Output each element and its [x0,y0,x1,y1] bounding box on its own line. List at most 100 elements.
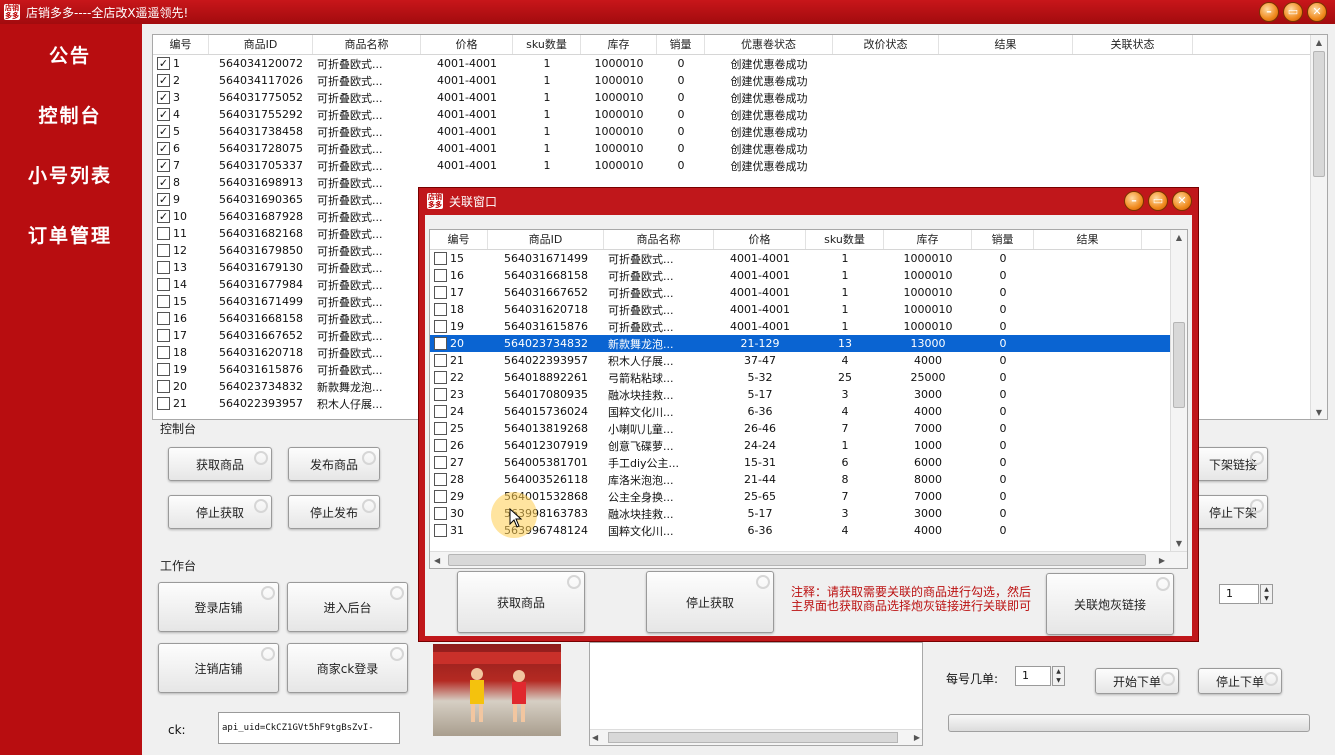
link-column-header[interactable]: 价格 [714,230,806,249]
checkbox-icon[interactable] [434,252,447,266]
link-table-row-selected[interactable]: 20 564023734832 新款舞龙泡... 21-129 13 13000 0 [430,335,1187,352]
table-row[interactable]: ✓ 7 564031705337 可折叠欧式... 4001-4001 1 1000010 0… [153,157,1327,174]
dialog-get-products-button[interactable]: 获取商品 [457,571,585,633]
per-account-spin-icon[interactable]: ▲ ▼ [1052,666,1065,686]
checkbox-icon[interactable] [157,329,170,343]
start-order-button[interactable]: 开始下单 [1095,668,1179,694]
scroll-left-icon[interactable]: ◀ [434,552,440,568]
link-table-row[interactable]: 23 564017080935 融冰块挂救... 5-17 3 3000 0 [430,386,1187,403]
scroll-up-icon[interactable]: ▲ [1311,35,1327,51]
sidebar-item-orders[interactable]: 订单管理 [0,204,140,264]
checkbox-icon[interactable] [157,278,170,292]
dialog-close-button[interactable]: ✕ [1172,191,1192,211]
checkbox-checked-icon[interactable]: ✓ [157,176,170,190]
link-column-header[interactable]: 结果 [1034,230,1142,249]
column-header[interactable]: 编号 [153,35,209,54]
checkbox-icon[interactable] [434,337,447,351]
link-table-row[interactable]: 26 564012307919 创意飞碟萝... 24-24 1 1000 0 [430,437,1187,454]
link-column-header[interactable]: 销量 [972,230,1034,249]
merchant-ck-login-button[interactable]: 商家ck登录 [287,643,408,693]
link-table-row[interactable]: 19 564031615876 可折叠欧式... 4001-4001 1 1000010 0 [430,318,1187,335]
column-header[interactable]: 结果 [939,35,1073,54]
checkbox-icon[interactable] [157,380,170,394]
column-header[interactable]: 关联状态 [1073,35,1193,54]
stop-get-button[interactable]: 停止获取 [168,495,272,529]
log-scroll-thumb[interactable] [608,732,898,743]
enter-backend-button[interactable]: 进入后台 [287,582,408,632]
checkbox-icon[interactable] [157,244,170,258]
checkbox-icon[interactable] [434,405,447,419]
link-table-row[interactable]: 22 564018892261 弓箭粘粘球... 5-32 25 25000 0 [430,369,1187,386]
stop-order-button[interactable]: 停止下单 [1198,668,1282,694]
scroll-left-icon[interactable]: ◀ [592,730,598,746]
get-products-button[interactable]: 获取商品 [168,447,272,481]
checkbox-icon[interactable] [434,320,447,334]
link-table-row[interactable]: 24 564015736024 国粹文化川... 6-36 4 4000 0 [430,403,1187,420]
column-header[interactable]: 价格 [421,35,513,54]
minimize-button[interactable]: – [1259,2,1279,22]
checkbox-icon[interactable] [157,397,170,411]
link-column-header[interactable]: 库存 [884,230,972,249]
scroll-up-icon[interactable]: ▲ [1171,230,1187,246]
column-header[interactable]: 改价状态 [833,35,939,54]
column-header[interactable]: 优惠卷状态 [705,35,833,54]
checkbox-icon[interactable] [434,490,447,504]
table-row[interactable]: ✓ 2 564034117026 可折叠欧式... 4001-4001 1 1000010 0… [153,72,1327,89]
checkbox-icon[interactable] [434,269,447,283]
link-table-row[interactable]: 21 564022393957 积木人仔展... 37-47 4 4000 0 [430,352,1187,369]
column-header[interactable]: 销量 [657,35,705,54]
scroll-down-icon[interactable]: ▼ [1171,536,1187,552]
checkbox-icon[interactable] [434,388,447,402]
checkbox-icon[interactable] [434,473,447,487]
link-table-vscrollbar[interactable]: ▲ ▼ [1170,230,1187,552]
checkbox-checked-icon[interactable]: ✓ [157,108,170,122]
ck-input[interactable]: api_uid=CkCZ1GVt5hF9tgBsZvI- [218,712,400,744]
checkbox-checked-icon[interactable]: ✓ [157,74,170,88]
per-account-input[interactable]: 1 [1015,666,1051,686]
checkbox-icon[interactable] [434,439,447,453]
checkbox-icon[interactable] [434,303,447,317]
sidebar-item-console[interactable]: 控制台 [0,84,140,144]
link-hscroll-thumb[interactable] [448,554,1146,566]
close-button[interactable]: ✕ [1307,2,1327,22]
checkbox-checked-icon[interactable]: ✓ [157,159,170,173]
link-table-hscrollbar[interactable]: ◀ ▶ [430,551,1187,568]
log-area[interactable]: ◀ ▶ [589,642,923,746]
link-column-header[interactable]: 商品ID [488,230,604,249]
link-table-row[interactable]: 28 564003526118 库洛米泡泡... 21-44 8 8000 0 [430,471,1187,488]
link-table-row[interactable]: 29 564001532868 公主全身换... 25-65 7 7000 0 [430,488,1187,505]
scroll-down-icon[interactable]: ▼ [1311,405,1327,419]
checkbox-icon[interactable] [157,261,170,275]
checkbox-icon[interactable] [157,295,170,309]
checkbox-icon[interactable] [434,422,447,436]
table-row[interactable]: ✓ 3 564031775052 可折叠欧式... 4001-4001 1 1000010 0… [153,89,1327,106]
checkbox-checked-icon[interactable]: ✓ [157,57,170,71]
stop-publish-button[interactable]: 停止发布 [288,495,380,529]
link-table-row[interactable]: 27 564005381701 手工diy公主... 15-31 6 6000 0 [430,454,1187,471]
link-cannon-button[interactable]: 关联炮灰链接 [1046,573,1174,635]
publish-products-button[interactable]: 发布商品 [288,447,380,481]
checkbox-icon[interactable] [157,346,170,360]
link-column-header[interactable]: 商品名称 [604,230,714,249]
checkbox-icon[interactable] [157,312,170,326]
table-row[interactable]: ✓ 1 564034120072 可折叠欧式... 4001-4001 1 1000010 0… [153,55,1327,72]
link-table-row[interactable]: 17 564031667652 可折叠欧式... 4001-4001 1 1000010 0 [430,284,1187,301]
dialog-stop-get-button[interactable]: 停止获取 [646,571,774,633]
checkbox-icon[interactable] [434,524,447,538]
dialog-maximize-button[interactable]: ▭ [1148,191,1168,211]
log-hscrollbar[interactable]: ◀ ▶ [590,729,922,745]
link-table-row[interactable]: 15 564031671499 可折叠欧式... 4001-4001 1 1000010 0 [430,250,1187,267]
checkbox-icon[interactable] [434,456,447,470]
checkbox-icon[interactable] [434,371,447,385]
checkbox-icon[interactable] [434,354,447,368]
checkbox-icon[interactable] [434,507,447,521]
link-column-header[interactable]: sku数量 [806,230,884,249]
login-shop-button[interactable]: 登录店铺 [158,582,279,632]
column-header[interactable]: sku数量 [513,35,581,54]
column-header[interactable]: 商品ID [209,35,313,54]
checkbox-checked-icon[interactable]: ✓ [157,142,170,156]
checkbox-icon[interactable] [157,363,170,377]
checkbox-icon[interactable] [157,227,170,241]
link-table-row[interactable]: 16 564031668158 可折叠欧式... 4001-4001 1 1000010 0 [430,267,1187,284]
link-table-row[interactable]: 18 564031620718 可折叠欧式... 4001-4001 1 1000010 0 [430,301,1187,318]
